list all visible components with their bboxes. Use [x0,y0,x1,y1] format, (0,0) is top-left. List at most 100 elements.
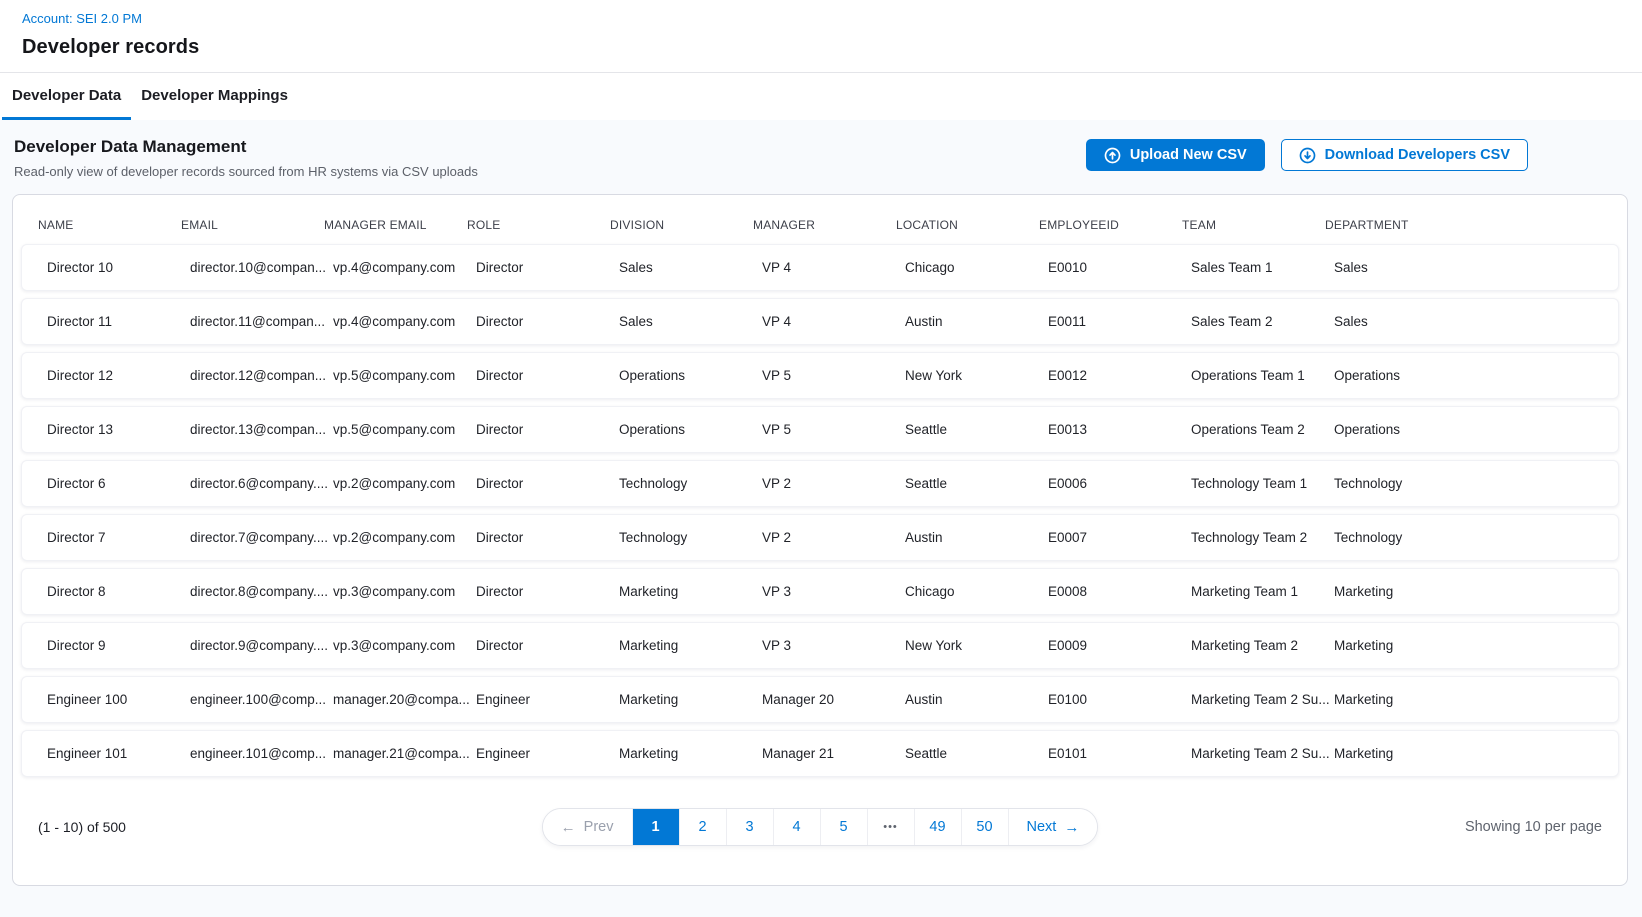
table-cell: Seattle [905,422,1048,437]
table-cell: Marketing [1334,638,1477,653]
section-header: Developer Data Management Read-only view… [12,137,1628,179]
account-breadcrumb-link[interactable]: Account: SEI 2.0 PM [22,11,142,26]
table-cell: E0009 [1048,638,1191,653]
table-cell: Seattle [905,476,1048,491]
page-button-2[interactable]: 2 [680,809,727,845]
table-cell: Operations Team 2 [1191,422,1334,437]
download-icon [1299,147,1316,164]
page-header: Account: SEI 2.0 PM Developer records [0,0,1642,73]
table-row: Director 6director.6@company....vp.2@com… [21,460,1619,507]
table-cell: Director 7 [47,530,190,545]
column-header: TEAM [1182,218,1325,232]
table-cell: VP 5 [762,422,905,437]
table-row: Director 12director.12@compan...vp.5@com… [21,352,1619,399]
table-cell: vp.5@company.com [333,368,476,383]
section-title: Developer Data Management [14,137,478,157]
table-row: Engineer 100engineer.100@comp...manager.… [21,676,1619,723]
table-cell: E0006 [1048,476,1191,491]
table-cell: Marketing Team 2 Su... [1191,692,1334,707]
tab-developer-data[interactable]: Developer Data [2,73,131,120]
table-cell: E0101 [1048,746,1191,761]
table-cell: director.10@compan... [190,260,333,275]
table-cell: Director 11 [47,314,190,329]
table-cell: Marketing [619,638,762,653]
download-developers-csv-button[interactable]: Download Developers CSV [1281,139,1528,171]
table-cell: Sales Team 1 [1191,260,1334,275]
page-button-4[interactable]: 4 [774,809,821,845]
column-header: ROLE [467,218,610,232]
table-cell: Director 8 [47,584,190,599]
table-cell: engineer.101@comp... [190,746,333,761]
table-cell: Austin [905,692,1048,707]
table-cell: VP 2 [762,530,905,545]
table-cell: Director [476,638,619,653]
table-cell: Austin [905,314,1048,329]
table-cell: VP 3 [762,584,905,599]
table-cell: Director [476,368,619,383]
table-cell: Director [476,260,619,275]
table-cell: Engineer 101 [47,746,190,761]
page-button-3[interactable]: 3 [727,809,774,845]
developer-table: NAMEEMAILMANAGER EMAILROLEDIVISIONMANAGE… [12,194,1628,886]
arrow-left-icon: ← [561,820,576,835]
table-cell: Technology Team 2 [1191,530,1334,545]
table-cell: Seattle [905,746,1048,761]
table-cell: Technology [1334,530,1477,545]
table-cell: Operations [619,368,762,383]
table-cell: VP 3 [762,638,905,653]
table-cell: E0010 [1048,260,1191,275]
table-cell: Technology [1334,476,1477,491]
pagination: ← Prev 12345•••4950 Next → [542,808,1099,846]
table-cell: VP 4 [762,260,905,275]
table-header-row: NAMEEMAILMANAGER EMAILROLEDIVISIONMANAGE… [21,203,1619,244]
table-cell: Marketing [1334,746,1477,761]
page-button-50[interactable]: 50 [962,809,1009,845]
tab-developer-mappings[interactable]: Developer Mappings [131,73,298,120]
table-cell: E0100 [1048,692,1191,707]
table-cell: vp.2@company.com [333,530,476,545]
table-cell: Operations [1334,422,1477,437]
table-cell: director.8@company.... [190,584,333,599]
table-cell: Marketing [619,584,762,599]
prev-button[interactable]: ← Prev [543,809,633,845]
table-cell: director.11@compan... [190,314,333,329]
table-cell: engineer.100@comp... [190,692,333,707]
table-cell: Manager 20 [762,692,905,707]
table-cell: Chicago [905,584,1048,599]
table-cell: director.9@company.... [190,638,333,653]
arrow-right-icon: → [1064,820,1079,835]
column-header: EMPLOYEEID [1039,218,1182,232]
column-header: EMAIL [181,218,324,232]
page-button-49[interactable]: 49 [915,809,962,845]
table-row: Director 7director.7@company....vp.2@com… [21,514,1619,561]
table-footer: (1 - 10) of 500 ← Prev 12345•••4950 Next… [21,784,1619,846]
table-cell: Director [476,584,619,599]
table-cell: E0008 [1048,584,1191,599]
page-button-1[interactable]: 1 [633,809,680,845]
table-cell: Marketing Team 1 [1191,584,1334,599]
table-cell: Sales [619,260,762,275]
next-button[interactable]: Next → [1009,809,1098,845]
page-button-5[interactable]: 5 [821,809,868,845]
table-cell: director.12@compan... [190,368,333,383]
table-cell: Director 9 [47,638,190,653]
table-cell: E0011 [1048,314,1191,329]
pagination-ellipsis: ••• [868,809,915,845]
table-cell: Engineer [476,746,619,761]
table-cell: Director [476,314,619,329]
table-cell: vp.5@company.com [333,422,476,437]
column-header: MANAGER EMAIL [324,218,467,232]
table-cell: Director 13 [47,422,190,437]
table-cell: Marketing Team 2 Su... [1191,746,1334,761]
column-header: DIVISION [610,218,753,232]
table-cell: director.7@company.... [190,530,333,545]
table-cell: Director [476,530,619,545]
table-row: Director 11director.11@compan...vp.4@com… [21,298,1619,345]
table-cell: Director 10 [47,260,190,275]
table-cell: director.6@company.... [190,476,333,491]
table-cell: Sales [1334,260,1477,275]
upload-new-csv-button[interactable]: Upload New CSV [1086,139,1265,171]
page-title: Developer records [22,36,1618,59]
table-cell: VP 5 [762,368,905,383]
table-cell: Director [476,422,619,437]
